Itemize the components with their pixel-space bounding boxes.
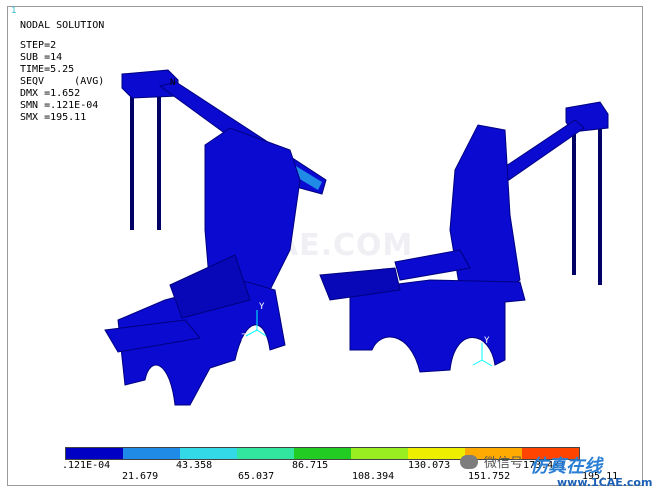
right-rod-2 [598,125,602,285]
left-triad-y-label: Y [259,302,265,312]
right-triad-z [472,359,483,366]
right-upright [449,124,521,301]
left-triad-z [245,329,258,337]
legend-label-6: 130.073 [408,460,451,471]
brand-chinese: 仿真在线 [530,456,602,477]
right-structure [319,101,609,373]
right-rod-1 [572,120,576,275]
left-rod-1 [130,85,134,230]
left-rod-2 [157,90,161,230]
right-triad-y-label: Y [484,336,490,346]
legend-label-7: 151.752 [468,471,511,482]
node-marker-label: N [170,78,175,88]
legend-label-1: 21.679 [122,471,159,482]
legend-label-5: 108.394 [352,471,395,482]
legend-segment-0 [66,448,123,459]
legend-label-0: .121E-04 [62,460,111,471]
legend-label-4: 86.715 [292,460,329,471]
left-structure [104,69,327,406]
wechat-text: 微信号 [484,456,524,471]
legend-segment-6 [408,448,465,459]
left-triad-z-label: Z [241,333,247,343]
right-triad-x [481,359,493,367]
fea-model-view[interactable]: N Y Z Y Z [0,0,652,492]
legend-segment-4 [294,448,351,459]
wechat-icon [460,454,478,469]
brand-url: www.1CAE.com [557,476,652,489]
wechat-watermark: 微信号 [460,452,523,471]
legend-segment-2 [180,448,237,459]
legend-segment-3 [237,448,294,459]
legend-label-2: 43.358 [176,460,213,471]
legend-label-3: 65.037 [238,471,275,482]
right-triad-z-label: Z [468,357,474,367]
legend-segment-1 [123,448,180,459]
legend-segment-5 [351,448,408,459]
